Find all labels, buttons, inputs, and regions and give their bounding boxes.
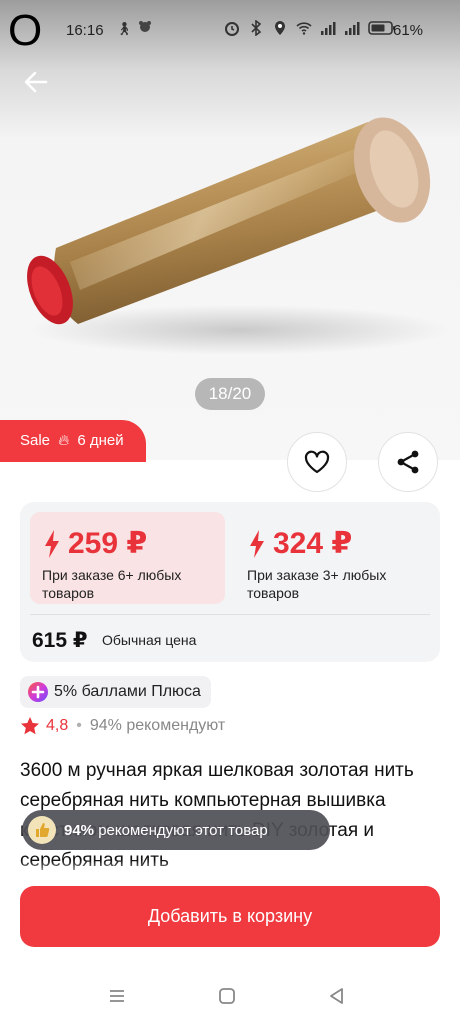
- sale-duration: 6 дней: [77, 432, 124, 449]
- back-triangle-icon[interactable]: [327, 986, 347, 1006]
- price-card: 259 ₽ При заказе 6+ любых товаров 324 ₽ …: [20, 502, 440, 662]
- heart-icon: [304, 450, 330, 474]
- regular-price-label: Обычная цена: [102, 632, 197, 648]
- back-button[interactable]: [22, 68, 50, 96]
- tooltip-percent: 94%: [64, 821, 95, 839]
- status-bar: O 16:16 🚶︎ 61%: [0, 0, 460, 62]
- status-icons: [224, 20, 396, 36]
- price-tier-6plus[interactable]: 259 ₽ При заказе 6+ любых товаров: [30, 512, 225, 604]
- product-image-gallery[interactable]: 18/20: [0, 0, 460, 460]
- tooltip-text-row: 94% рекомендуют этот товар: [64, 822, 268, 839]
- alarm-icon: [225, 22, 239, 36]
- rating-value: 4,8: [46, 717, 69, 734]
- separator-dot: •: [76, 717, 82, 734]
- star-icon: [21, 717, 39, 735]
- fire-icon: 🔥︎: [58, 432, 70, 449]
- plus-points-label: 5% баллами Плюса: [54, 683, 201, 700]
- divider: [30, 614, 430, 615]
- activity-icon: 🚶︎: [116, 21, 133, 36]
- wifi-icon: [296, 22, 312, 35]
- image-pager-indicator: 18/20: [195, 378, 265, 410]
- tier-price: 324 ₽: [273, 527, 353, 560]
- tier-condition: При заказе 3+ любых товаров: [247, 567, 387, 601]
- recommend-tooltip: 94% рекомендуют этот товар: [22, 810, 330, 850]
- plus-badge-icon: [28, 682, 48, 702]
- signal-icon-2: [345, 22, 360, 35]
- share-icon: [397, 450, 419, 474]
- price-tier-3plus[interactable]: 324 ₽ При заказе 3+ любых товаров: [235, 512, 430, 604]
- tier-condition: При заказе 6+ любых товаров: [42, 567, 182, 601]
- lightning-icon: [45, 529, 59, 558]
- tier-price-row: 259 ₽: [44, 526, 147, 561]
- bluetooth-icon: [251, 20, 262, 36]
- recommend-percent: 94% рекомендуют: [89, 717, 226, 734]
- battery-percentage: 61%: [393, 22, 424, 39]
- arrow-left-icon: [24, 71, 48, 93]
- tier-price-row: 324 ₽: [249, 526, 352, 561]
- add-to-cart-button[interactable]: Добавить в корзину: [20, 886, 440, 947]
- favorite-button[interactable]: [287, 432, 347, 492]
- location-icon: [275, 21, 285, 35]
- share-button[interactable]: [378, 432, 438, 492]
- home-icon[interactable]: [217, 986, 237, 1006]
- battery-icon: [368, 21, 395, 35]
- signal-icon-1: [321, 22, 336, 35]
- system-nav-bar: [0, 970, 460, 1024]
- status-time: 16:16: [66, 22, 104, 39]
- lightning-icon: [250, 529, 264, 558]
- thumbs-up-icon: [28, 816, 56, 844]
- sale-label: Sale: [20, 432, 51, 449]
- regular-price: 615 ₽: [32, 629, 88, 652]
- plus-points-chip[interactable]: 5% баллами Плюса: [20, 676, 211, 708]
- title-fade: [0, 860, 460, 880]
- status-logo: O: [8, 6, 43, 55]
- notification-icon: [138, 20, 152, 37]
- menu-icon[interactable]: [107, 986, 127, 1006]
- tier-price: 259 ₽: [68, 527, 148, 560]
- sale-badge: Sale 🔥︎ 6 дней: [0, 420, 146, 462]
- tooltip-text: рекомендуют этот товар: [98, 821, 268, 839]
- rating-row[interactable]: 4,8 • 94% рекомендуют: [20, 716, 225, 736]
